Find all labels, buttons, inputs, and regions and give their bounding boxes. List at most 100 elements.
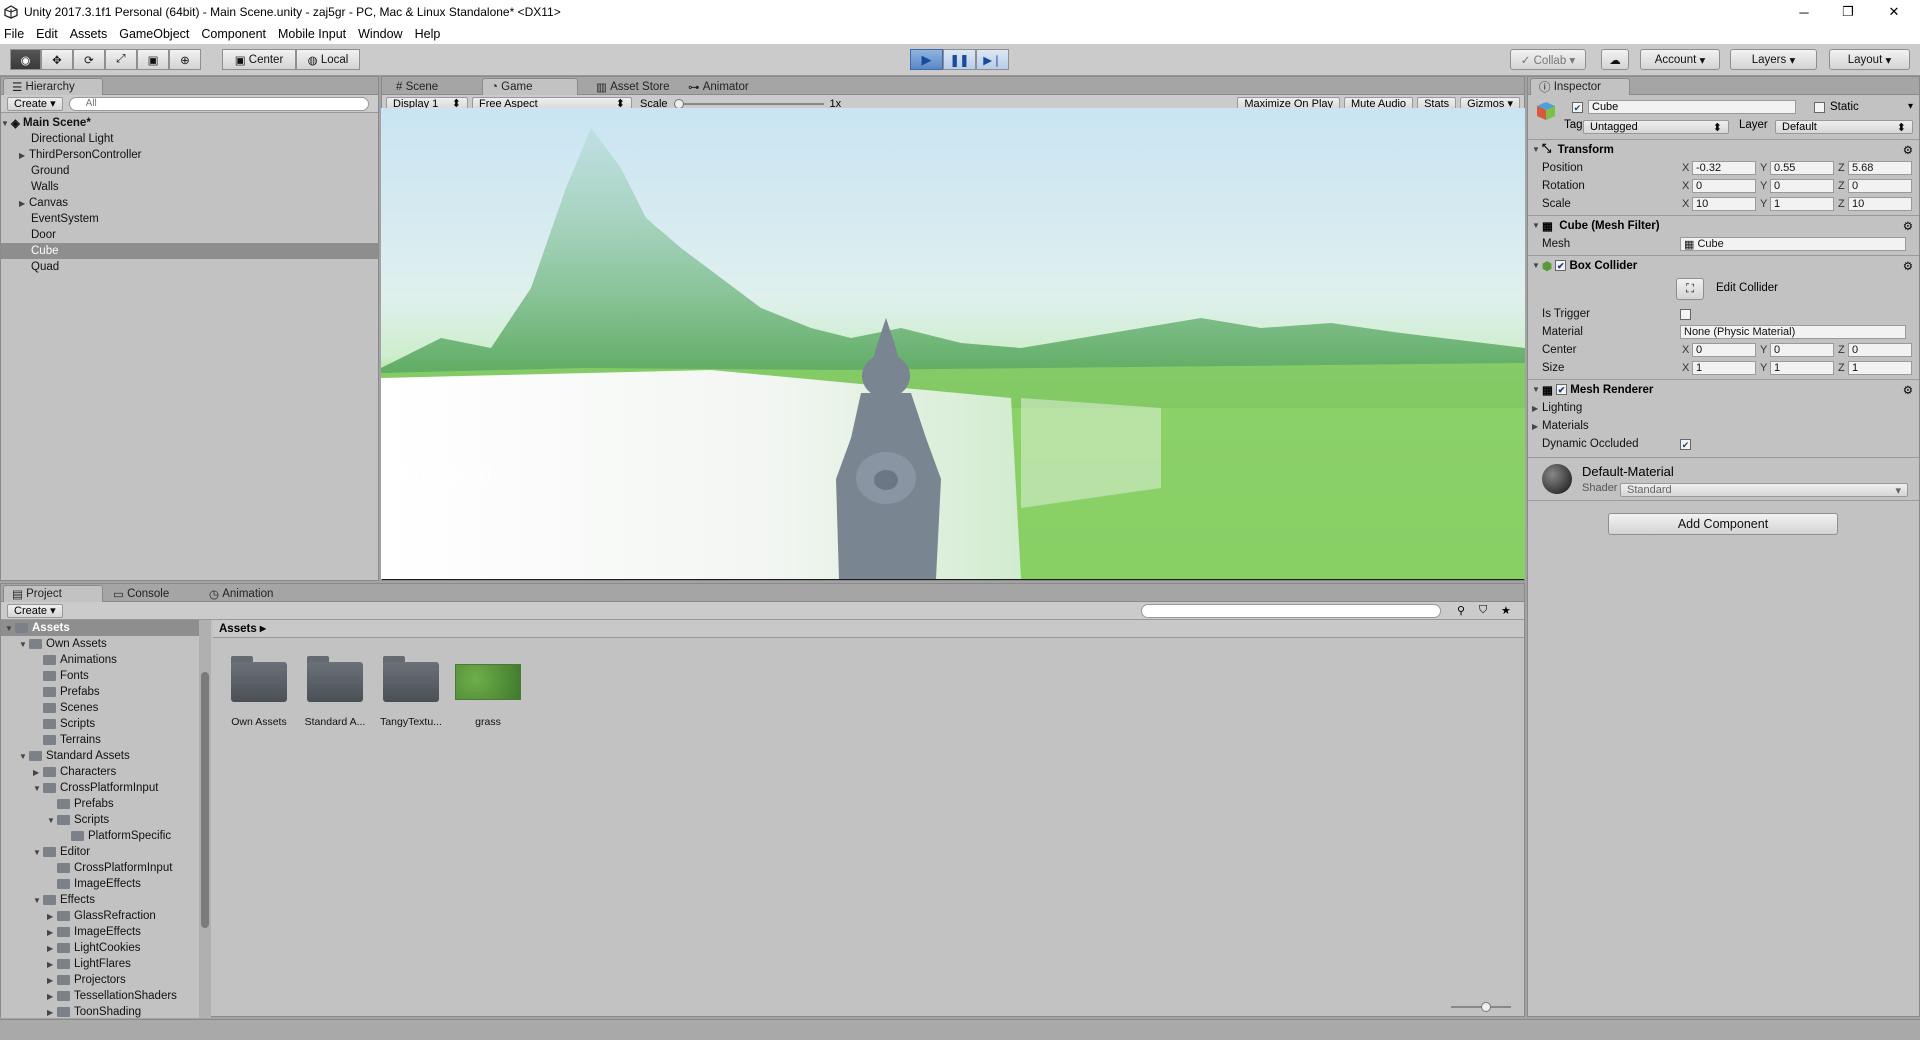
hierarchy-item[interactable]: Ground <box>1 163 378 179</box>
tree-folder[interactable]: ▶ Characters <box>33 764 116 780</box>
hierarchy-item[interactable]: Walls <box>1 179 378 195</box>
tab-animation[interactable]: ◷ Animation <box>201 585 281 602</box>
tree-folder[interactable]: ▼ Effects <box>33 892 95 908</box>
tree-folder[interactable]: ImageEffects <box>47 876 141 892</box>
icon-size-slider[interactable] <box>1451 1002 1511 1012</box>
collab-button[interactable]: ✓ Collab ▾ <box>1510 49 1586 70</box>
tree-folder[interactable]: ▶ LightCookies <box>47 940 140 956</box>
hierarchy-item[interactable]: Directional Light <box>1 131 378 147</box>
tab-inspector[interactable]: ⓘ Inspector <box>1530 78 1630 95</box>
tree-folder[interactable]: CrossPlatformInput <box>47 860 172 876</box>
folder-icon[interactable] <box>307 656 363 702</box>
tree-folder[interactable]: ▼ Editor <box>33 844 90 860</box>
pause-button[interactable]: ❚❚ <box>943 49 976 70</box>
rotation-x-field[interactable]: 0 <box>1692 179 1756 193</box>
object-name-input[interactable]: Cube <box>1588 100 1796 114</box>
hierarchy-item-selected[interactable]: Cube <box>1 243 378 259</box>
tree-folder[interactable]: ▶ ImageEffects <box>47 924 141 940</box>
settings-gear-icon[interactable]: ⚙ <box>1903 143 1913 157</box>
scale-z-field[interactable]: 10 <box>1848 197 1912 211</box>
center-x-field[interactable]: 0 <box>1692 343 1756 357</box>
collapse-arrow-icon[interactable]: ▶ <box>47 912 57 921</box>
local-toggle[interactable]: ◍ Local <box>296 49 360 70</box>
expand-arrow-icon[interactable]: ▼ <box>47 816 57 825</box>
menu-component[interactable]: Component <box>201 27 266 41</box>
mesh-filter-header[interactable]: ▼ ▦ Cube (Mesh Filter) ⚙ <box>1528 215 1919 235</box>
active-checkbox[interactable]: ✔ <box>1572 102 1583 113</box>
move-tool-button[interactable]: ✥ <box>41 49 73 70</box>
settings-gear-icon[interactable]: ⚙ <box>1903 219 1913 233</box>
project-search-input[interactable] <box>1141 603 1441 618</box>
size-z-field[interactable]: 1 <box>1848 361 1912 375</box>
scene-root[interactable]: ▼ ◈ Main Scene* <box>1 115 378 131</box>
transform-header[interactable]: ▼ ⤡ Transform ⚙ <box>1528 139 1919 159</box>
add-component-button[interactable]: Add Component <box>1608 513 1838 535</box>
tree-folder[interactable]: PlatformSpecific <box>61 828 171 844</box>
rect-tool-button[interactable]: ▣ <box>137 49 169 70</box>
tree-folder[interactable]: ▶ TessellationShaders <box>47 988 177 1004</box>
hierarchy-item[interactable]: Quad <box>1 259 378 275</box>
center-y-field[interactable]: 0 <box>1770 343 1834 357</box>
tab-hierarchy[interactable]: ☰ Hierarchy <box>3 78 103 95</box>
static-dropdown-arrow[interactable]: ▾ <box>1908 101 1913 112</box>
play-button[interactable]: ▶ <box>910 49 943 70</box>
maximize-button[interactable]: ❐ <box>1828 0 1868 24</box>
hierarchy-item[interactable]: ▶ Canvas <box>1 195 378 211</box>
physic-material-field[interactable]: None (Physic Material) <box>1680 325 1906 339</box>
mesh-renderer-header[interactable]: ▼ ▦ ✔ Mesh Renderer ⚙ <box>1528 379 1919 399</box>
box-collider-header[interactable]: ▼ ⬢ ✔ Box Collider ⚙ <box>1528 255 1919 275</box>
game-viewport[interactable]: Points: 0 <box>381 108 1525 579</box>
menu-edit[interactable]: Edit <box>36 27 58 41</box>
materials-foldout[interactable]: ▶ Materials <box>1528 417 1919 435</box>
tree-folder[interactable]: Scenes <box>33 700 98 716</box>
grass-texture-thumbnail[interactable] <box>455 664 521 700</box>
tree-folder[interactable]: ▼ Own Assets <box>19 636 107 652</box>
rotate-tool-button[interactable]: ⟳ <box>73 49 105 70</box>
tree-folder[interactable]: Prefabs <box>33 684 100 700</box>
tree-folder[interactable]: ▶ GlassRefraction <box>47 908 156 924</box>
folder-icon[interactable] <box>383 656 439 702</box>
tree-folder[interactable]: ▶ ToonShading <box>47 1004 141 1018</box>
view-tool-button[interactable]: ◉ <box>10 49 41 70</box>
hierarchy-search-input[interactable]: All <box>68 96 369 111</box>
menu-help[interactable]: Help <box>415 27 441 41</box>
scale-tool-button[interactable]: ⤢ <box>105 49 137 70</box>
size-y-field[interactable]: 1 <box>1770 361 1834 375</box>
is-trigger-checkbox[interactable] <box>1680 308 1691 320</box>
close-button[interactable]: ✕ <box>1874 0 1914 24</box>
settings-gear-icon[interactable]: ⚙ <box>1903 383 1913 397</box>
mesh-field[interactable]: ▦ Cube <box>1680 237 1906 251</box>
menu-assets[interactable]: Assets <box>70 27 108 41</box>
tree-folder[interactable]: ▶ LightFlares <box>47 956 131 972</box>
layout-dropdown[interactable]: Layout ▾ <box>1829 49 1910 70</box>
settings-gear-icon[interactable]: ⚙ <box>1903 259 1913 273</box>
layers-dropdown[interactable]: Layers ▾ <box>1730 49 1817 70</box>
tree-folder[interactable]: ▼ Standard Assets <box>19 748 130 764</box>
collapse-arrow-icon[interactable]: ▶ <box>47 960 57 969</box>
edit-collider-button[interactable]: ⛶ <box>1676 278 1704 300</box>
menu-gameobject[interactable]: GameObject <box>119 27 189 41</box>
expand-arrow-icon[interactable]: ▼ <box>5 624 15 633</box>
tree-folder[interactable]: Fonts <box>33 668 89 684</box>
rotation-y-field[interactable]: 0 <box>1770 179 1834 193</box>
tab-scene[interactable]: # Scene <box>388 78 446 95</box>
collapse-arrow-icon[interactable]: ▶ <box>47 976 57 985</box>
expand-arrow-icon[interactable]: ▼ <box>19 752 29 761</box>
box-collider-enabled-checkbox[interactable]: ✔ <box>1555 260 1567 271</box>
project-create-button[interactable]: Create ▾ <box>7 603 63 618</box>
static-checkbox[interactable] <box>1814 102 1825 113</box>
tree-folder[interactable]: ▶ Projectors <box>47 972 126 988</box>
expand-arrow-icon[interactable]: ▼ <box>33 848 43 857</box>
layer-dropdown[interactable]: Default ⬍ <box>1775 120 1913 134</box>
filter-type-icon[interactable]: ⚲ <box>1457 604 1465 617</box>
hierarchy-item[interactable]: Door <box>1 227 378 243</box>
center-toggle[interactable]: ▣ Center <box>222 49 296 70</box>
tab-game[interactable]: ◔ Game <box>482 78 578 95</box>
center-z-field[interactable]: 0 <box>1848 343 1912 357</box>
tab-console[interactable]: ▭ Console <box>105 585 177 602</box>
menu-mobile-input[interactable]: Mobile Input <box>278 27 346 41</box>
scale-y-field[interactable]: 1 <box>1770 197 1834 211</box>
tab-project[interactable]: ▤ Project <box>3 585 103 602</box>
tree-folder[interactable]: Scripts <box>33 716 95 732</box>
account-dropdown[interactable]: Account ▾ <box>1640 49 1720 70</box>
